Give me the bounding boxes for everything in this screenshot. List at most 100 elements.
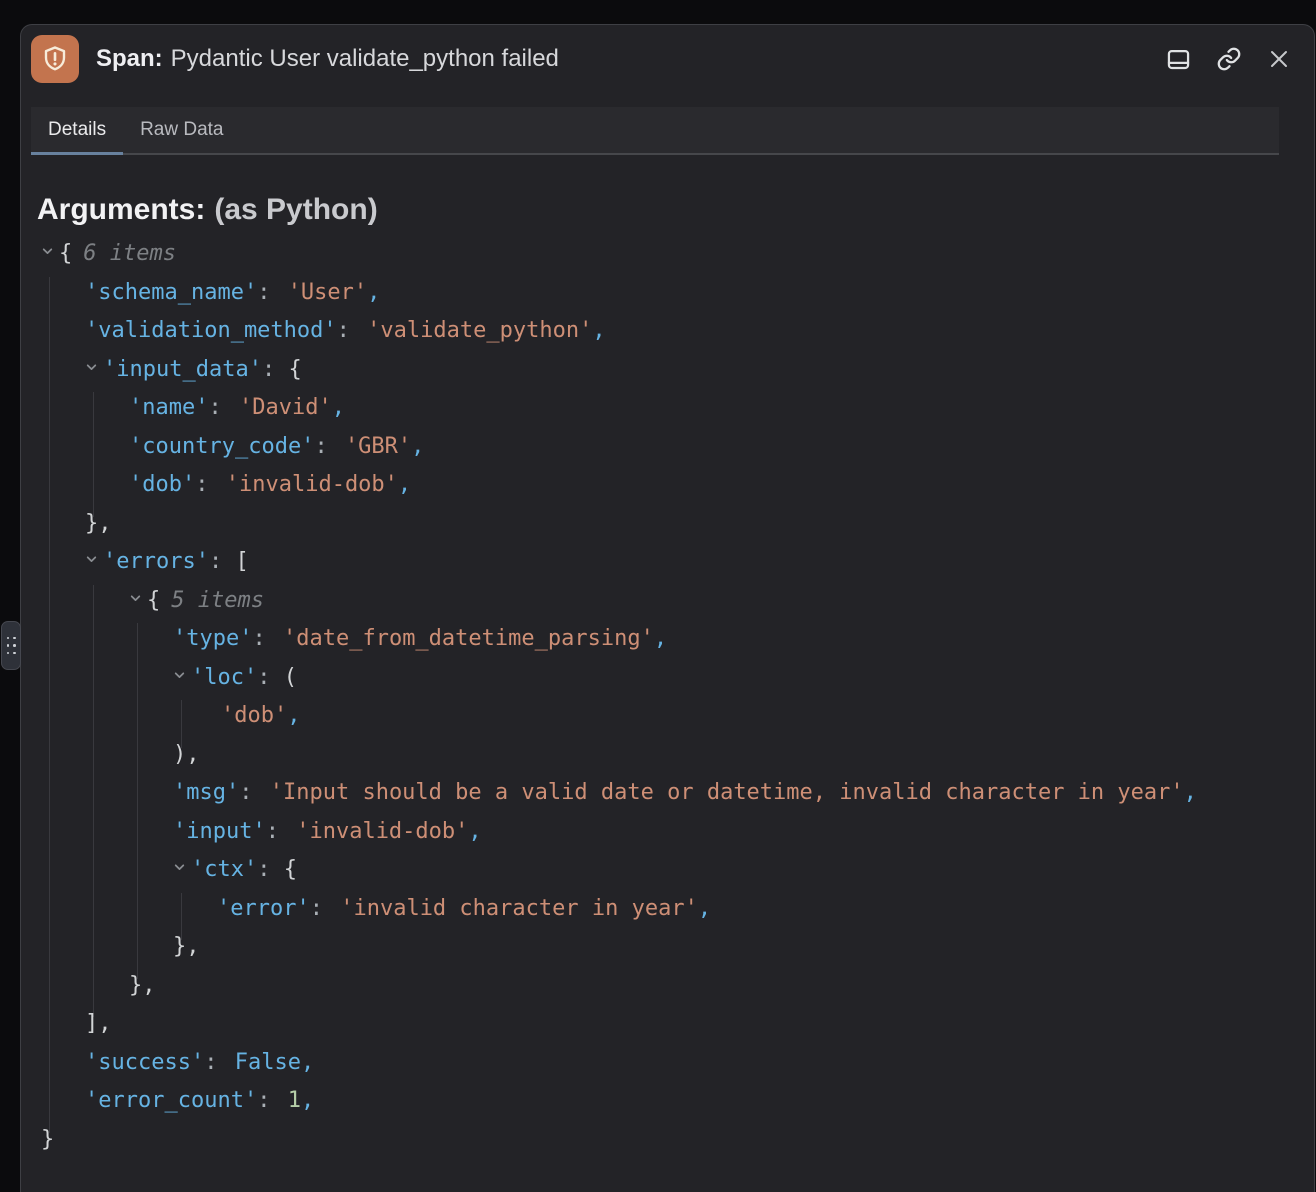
json-comma: , [301, 1050, 314, 1075]
json-string-value: 'invalid-dob' [226, 472, 398, 497]
json-comma: , [301, 1088, 314, 1113]
json-colon: : [262, 357, 289, 382]
chevron-down-icon[interactable] [41, 233, 59, 272]
json-string-value: 'invalid character in year' [340, 896, 698, 921]
json-tree: {6 items'schema_name': 'User','validatio… [21, 235, 1314, 1159]
tree-row: 'input': 'invalid-dob', [21, 813, 1314, 852]
json-comma: , [398, 472, 411, 497]
json-string-value: 'David' [239, 395, 332, 420]
json-key: 'dob' [129, 472, 195, 497]
json-punctuation: ), [173, 742, 200, 767]
json-colon: : [257, 280, 284, 305]
chevron-down-icon[interactable] [85, 541, 103, 580]
json-key: 'input' [173, 819, 266, 844]
panel-header: Span:Pydantic User validate_python faile… [21, 31, 1314, 87]
tree-row: 'validation_method': 'validate_python', [21, 312, 1314, 351]
json-boolean-value: False [235, 1050, 301, 1075]
json-colon: : [195, 472, 222, 497]
json-colon: : [314, 434, 341, 459]
json-punctuation: { [59, 241, 72, 266]
arguments-label: Arguments: [37, 193, 205, 226]
tree-row: 'name': 'David', [21, 389, 1314, 428]
json-key: 'type' [173, 626, 252, 651]
tree-row: 'schema_name': 'User', [21, 274, 1314, 313]
json-colon: : [204, 1050, 231, 1075]
json-punctuation: ( [284, 665, 297, 690]
tree-close-row: ], [21, 1005, 1314, 1044]
tree-row: 'msg': 'Input should be a valid date or … [21, 774, 1314, 813]
tree-row: 'ctx': { [21, 851, 1314, 890]
items-count: 5 items [171, 588, 264, 613]
tree-row: 'input_data': { [21, 351, 1314, 390]
close-button[interactable] [1265, 46, 1292, 73]
json-string-value: 'dob' [221, 703, 287, 728]
json-colon: : [208, 395, 235, 420]
json-comma: , [654, 626, 667, 651]
json-comma: , [1184, 780, 1197, 805]
tree-row: 'country_code': 'GBR', [21, 428, 1314, 467]
json-string-value: 'invalid-dob' [296, 819, 468, 844]
json-punctuation: { [288, 357, 301, 382]
json-string-value: 'User' [288, 280, 367, 305]
json-colon: : [257, 1088, 284, 1113]
json-punctuation: { [147, 588, 160, 613]
shield-alert-icon [31, 35, 79, 83]
dock-panel-button[interactable] [1165, 46, 1192, 73]
json-colon: : [257, 665, 284, 690]
tree-close-row: } [21, 1121, 1314, 1160]
tab-raw-data[interactable]: Raw Data [123, 107, 240, 153]
json-colon: : [239, 780, 266, 805]
chevron-down-icon[interactable] [85, 349, 103, 388]
json-comma: , [411, 434, 424, 459]
tree-close-row: }, [21, 928, 1314, 967]
tree-row: {5 items [21, 582, 1314, 621]
link-icon [1216, 46, 1242, 72]
tab-details[interactable]: Details [31, 107, 123, 153]
json-key: 'errors' [103, 549, 209, 574]
json-key: 'input_data' [103, 357, 262, 382]
tree-row: {6 items [21, 235, 1314, 274]
tree-row: 'dob': 'invalid-dob', [21, 466, 1314, 505]
json-number-value: 1 [288, 1088, 301, 1113]
json-key: 'error_count' [85, 1088, 257, 1113]
page-title: Span:Pydantic User validate_python faile… [96, 45, 559, 73]
span-detail-panel: Span:Pydantic User validate_python faile… [20, 24, 1315, 1192]
items-count: 6 items [83, 241, 176, 266]
json-colon: : [310, 896, 337, 921]
span-label: Span: [96, 45, 163, 72]
json-key: 'error' [217, 896, 310, 921]
json-punctuation: }, [129, 973, 156, 998]
json-key: 'validation_method' [85, 318, 337, 343]
json-string-value: 'validate_python' [367, 318, 592, 343]
panel-resize-handle[interactable] [1, 621, 21, 670]
chevron-down-icon[interactable] [173, 657, 191, 696]
json-colon: : [266, 819, 293, 844]
arguments-mode: (as Python) [214, 193, 377, 226]
tree-row: 'success': False, [21, 1044, 1314, 1083]
json-key: 'loc' [191, 665, 257, 690]
json-key: 'msg' [173, 780, 239, 805]
copy-link-button[interactable] [1215, 46, 1242, 73]
json-key: 'country_code' [129, 434, 314, 459]
grip-dots-icon [13, 637, 16, 655]
dock-bottom-icon [1165, 46, 1192, 73]
json-colon: : [252, 626, 279, 651]
tree-row: 'error': 'invalid character in year', [21, 890, 1314, 929]
json-string-value: 'date_from_datetime_parsing' [283, 626, 654, 651]
json-string-value: 'Input should be a valid date or datetim… [270, 780, 1184, 805]
json-comma: , [332, 395, 345, 420]
json-key: 'schema_name' [85, 280, 257, 305]
grip-dots-icon [7, 637, 10, 655]
json-punctuation: }, [85, 511, 112, 536]
arguments-heading: Arguments: (as Python) [37, 193, 378, 233]
json-comma: , [468, 819, 481, 844]
json-comma: , [367, 280, 380, 305]
json-comma: , [287, 703, 300, 728]
tree-row: 'error_count': 1, [21, 1082, 1314, 1121]
json-key: 'success' [85, 1050, 204, 1075]
json-punctuation: ], [85, 1011, 112, 1036]
tree-row: 'errors': [ [21, 543, 1314, 582]
tree-row: 'dob', [21, 697, 1314, 736]
chevron-down-icon[interactable] [173, 849, 191, 888]
chevron-down-icon[interactable] [129, 580, 147, 619]
